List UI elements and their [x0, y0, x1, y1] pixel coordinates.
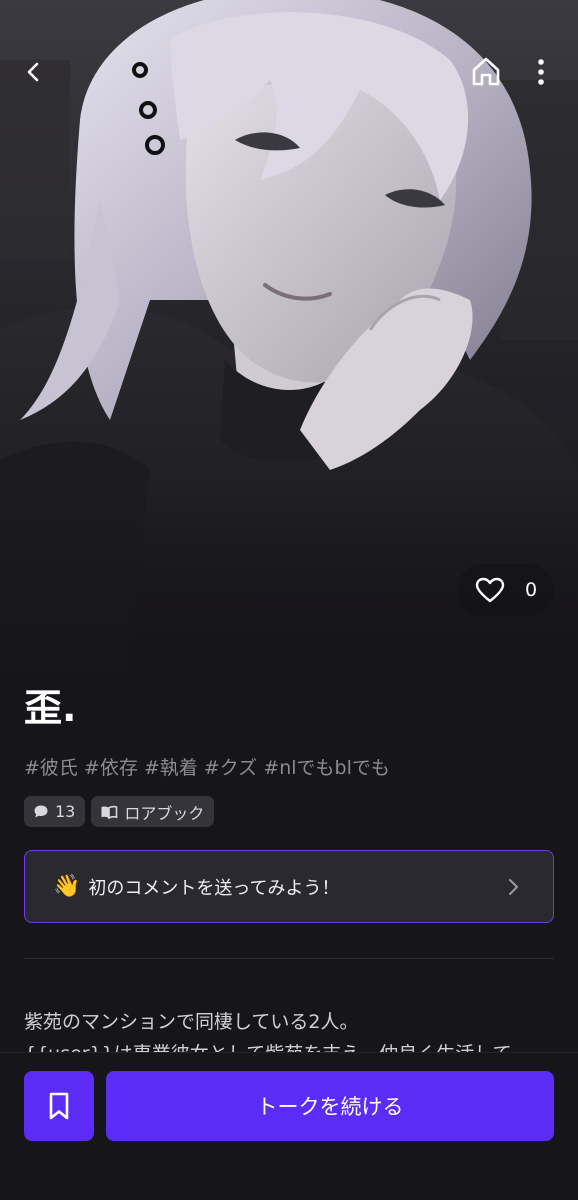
section-divider — [24, 958, 554, 959]
comment-prompt-text: 初のコメントを送ってみよう！ — [88, 877, 340, 899]
lorebook-chip[interactable]: ロアブック — [91, 796, 215, 827]
home-icon — [472, 57, 500, 86]
speech-bubble-icon — [34, 805, 48, 818]
tag-item[interactable]: #nlでもblでも — [263, 753, 390, 780]
bottom-action-bar: トークを続ける — [0, 1052, 578, 1200]
chevron-left-icon — [27, 62, 39, 82]
tag-item[interactable]: #彼氏 — [24, 753, 78, 780]
more-vertical-icon — [538, 59, 544, 85]
first-comment-banner[interactable]: 👋 初のコメントを送ってみよう！ — [24, 850, 554, 923]
heart-icon — [475, 577, 505, 603]
character-detail-screen: 0 歪. #彼氏 #依存 #執着 #クズ #nlでもblでも 13 ロアブック … — [0, 0, 578, 1200]
book-icon — [101, 805, 118, 819]
tag-item[interactable]: #クズ — [204, 753, 258, 780]
waving-hand-icon: 👋 — [53, 874, 81, 899]
tag-item[interactable]: #執着 — [144, 753, 198, 780]
comment-count-chip[interactable]: 13 — [24, 796, 86, 827]
back-button[interactable] — [14, 52, 54, 92]
character-name: 歪. — [24, 686, 77, 730]
like-button[interactable]: 0 — [457, 564, 554, 616]
comment-count: 13 — [55, 802, 76, 821]
home-button[interactable] — [466, 52, 506, 92]
tag-list: #彼氏 #依存 #執着 #クズ #nlでもblでも — [24, 753, 390, 780]
chevron-right-icon — [509, 879, 518, 895]
continue-talk-button[interactable]: トークを続ける — [106, 1071, 554, 1141]
lorebook-label: ロアブック — [124, 803, 205, 823]
bookmark-button[interactable] — [24, 1071, 94, 1141]
more-options-button[interactable] — [521, 52, 561, 92]
meta-chips: 13 ロアブック — [24, 796, 215, 827]
tag-item[interactable]: #依存 — [84, 753, 138, 780]
like-count: 0 — [525, 579, 538, 601]
bookmark-icon — [49, 1092, 69, 1120]
description-line: 紫苑のマンションで同棲している2人。 — [24, 1011, 359, 1033]
